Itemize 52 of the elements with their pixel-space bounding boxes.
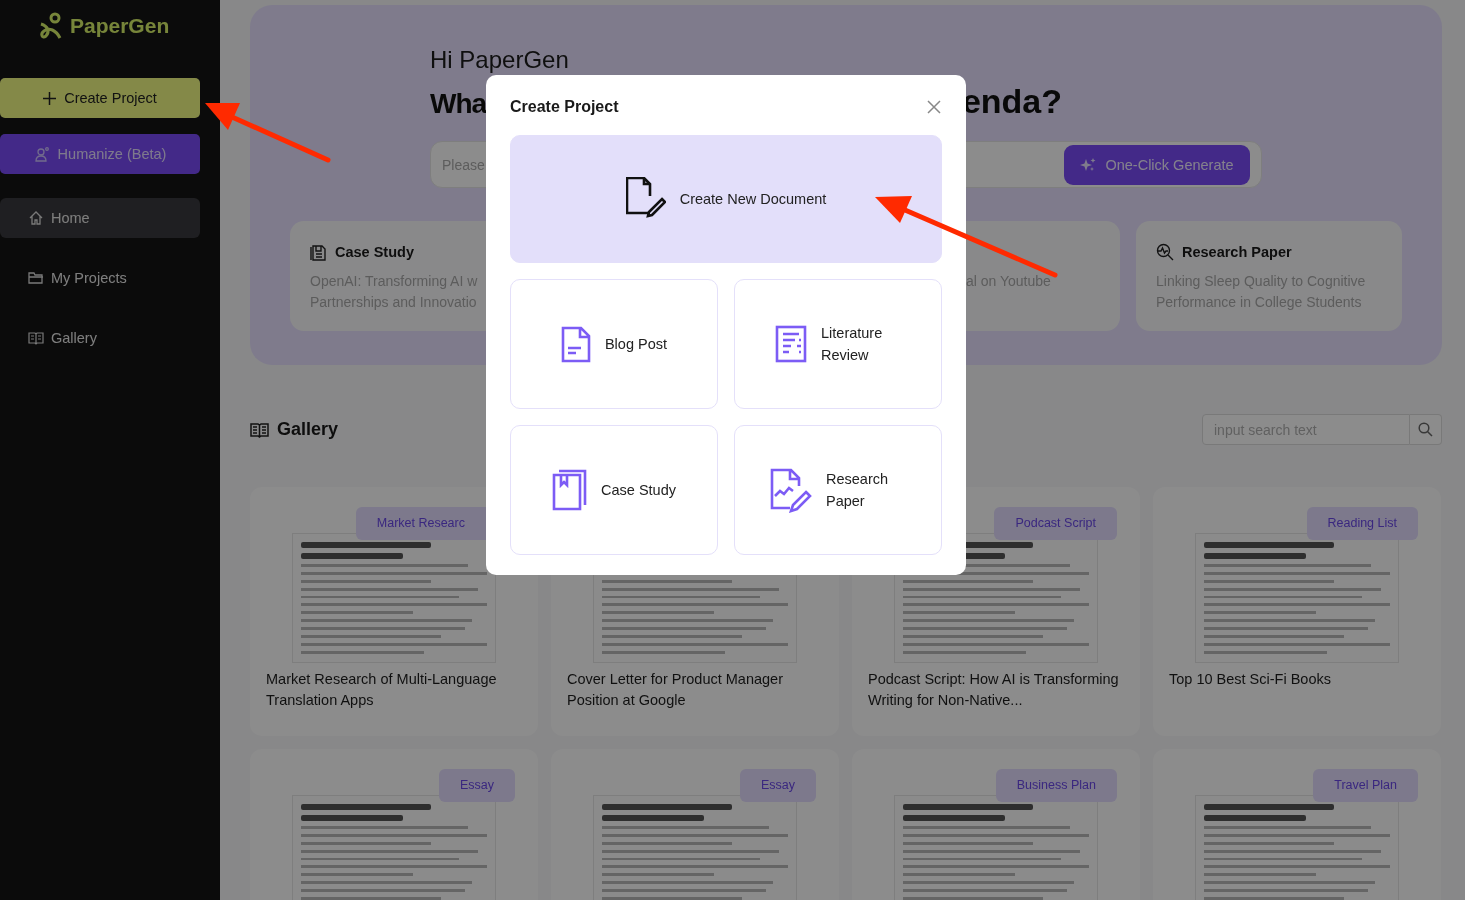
nav-item[interactable]: My Projects [0, 258, 200, 298]
bookmark-document-icon [552, 469, 587, 511]
nav-item[interactable]: Gallery [0, 318, 200, 358]
card-title: Cover Letter for Product Manager Position at Google [567, 670, 784, 710]
logo-icon [38, 12, 64, 40]
book-icon [28, 330, 44, 346]
list-document-icon [775, 325, 807, 363]
person-icon [33, 146, 50, 162]
greeting: Hi PaperGen [430, 45, 570, 75]
headline: enda? [961, 81, 1062, 122]
gallery-card[interactable]: Essay [551, 749, 839, 900]
sparkle-icon [1080, 156, 1097, 173]
magnifier-icon [1156, 243, 1174, 261]
search-button[interactable] [1410, 414, 1442, 445]
gallery-card[interactable]: Reading List Top 10 Best Sci-Fi Books [1153, 487, 1441, 736]
card-title: Top 10 Best Sci-Fi Books [1169, 670, 1332, 689]
nav-item[interactable]: Home [0, 198, 200, 238]
headline: Wha [430, 87, 487, 121]
section-title: Gallery [277, 419, 339, 440]
option-label: Blog Post [604, 335, 668, 354]
gallery-card[interactable]: Business Plan [852, 749, 1140, 900]
project-type-option[interactable]: Literature Review [734, 279, 942, 409]
category-tag: Business Plan [995, 769, 1117, 802]
gallery-card[interactable]: Essay [250, 749, 538, 900]
gallery-card[interactable]: Market Researc Market Research of Multi-Language Translation Apps [250, 487, 538, 736]
gallery-card[interactable]: Travel Plan [1153, 749, 1441, 900]
card-title: Market Research of Multi-Language Translation Apps [266, 670, 498, 710]
category-tag: Podcast Script [994, 507, 1117, 540]
project-type-option[interactable]: Blog Post [510, 279, 718, 409]
category-tag: Essay [739, 769, 816, 802]
search-icon [1418, 422, 1433, 437]
home-icon [28, 210, 44, 226]
document-pen-icon [625, 177, 666, 221]
dialog-title: Create Project [510, 98, 619, 116]
plus-icon [43, 91, 57, 105]
category-tag: Essay [438, 769, 515, 802]
card-title: Research Paper [1182, 244, 1292, 260]
one-click-generate-button[interactable]: One-Click Generate [1064, 144, 1250, 185]
project-type-option[interactable]: Research Paper [734, 425, 942, 555]
folder-icon [28, 270, 44, 286]
create-project-button[interactable]: Create Project [0, 78, 200, 118]
category-tag: Reading List [1306, 507, 1418, 540]
logo-text: PaperGen [70, 14, 170, 38]
chart-document-pen-icon [770, 467, 812, 513]
card-title: Case Study [335, 244, 414, 260]
category-tag: Travel Plan [1313, 769, 1418, 802]
option-label: Create New Document [679, 190, 827, 209]
card-title: Podcast Script: How AI is Transforming Writing for Non-Native... [868, 670, 1120, 710]
close-button[interactable] [926, 99, 942, 115]
book-icon [250, 421, 269, 438]
project-type-option[interactable]: Case Study [510, 425, 718, 555]
project-type-option[interactable]: Create New Document [510, 135, 942, 263]
